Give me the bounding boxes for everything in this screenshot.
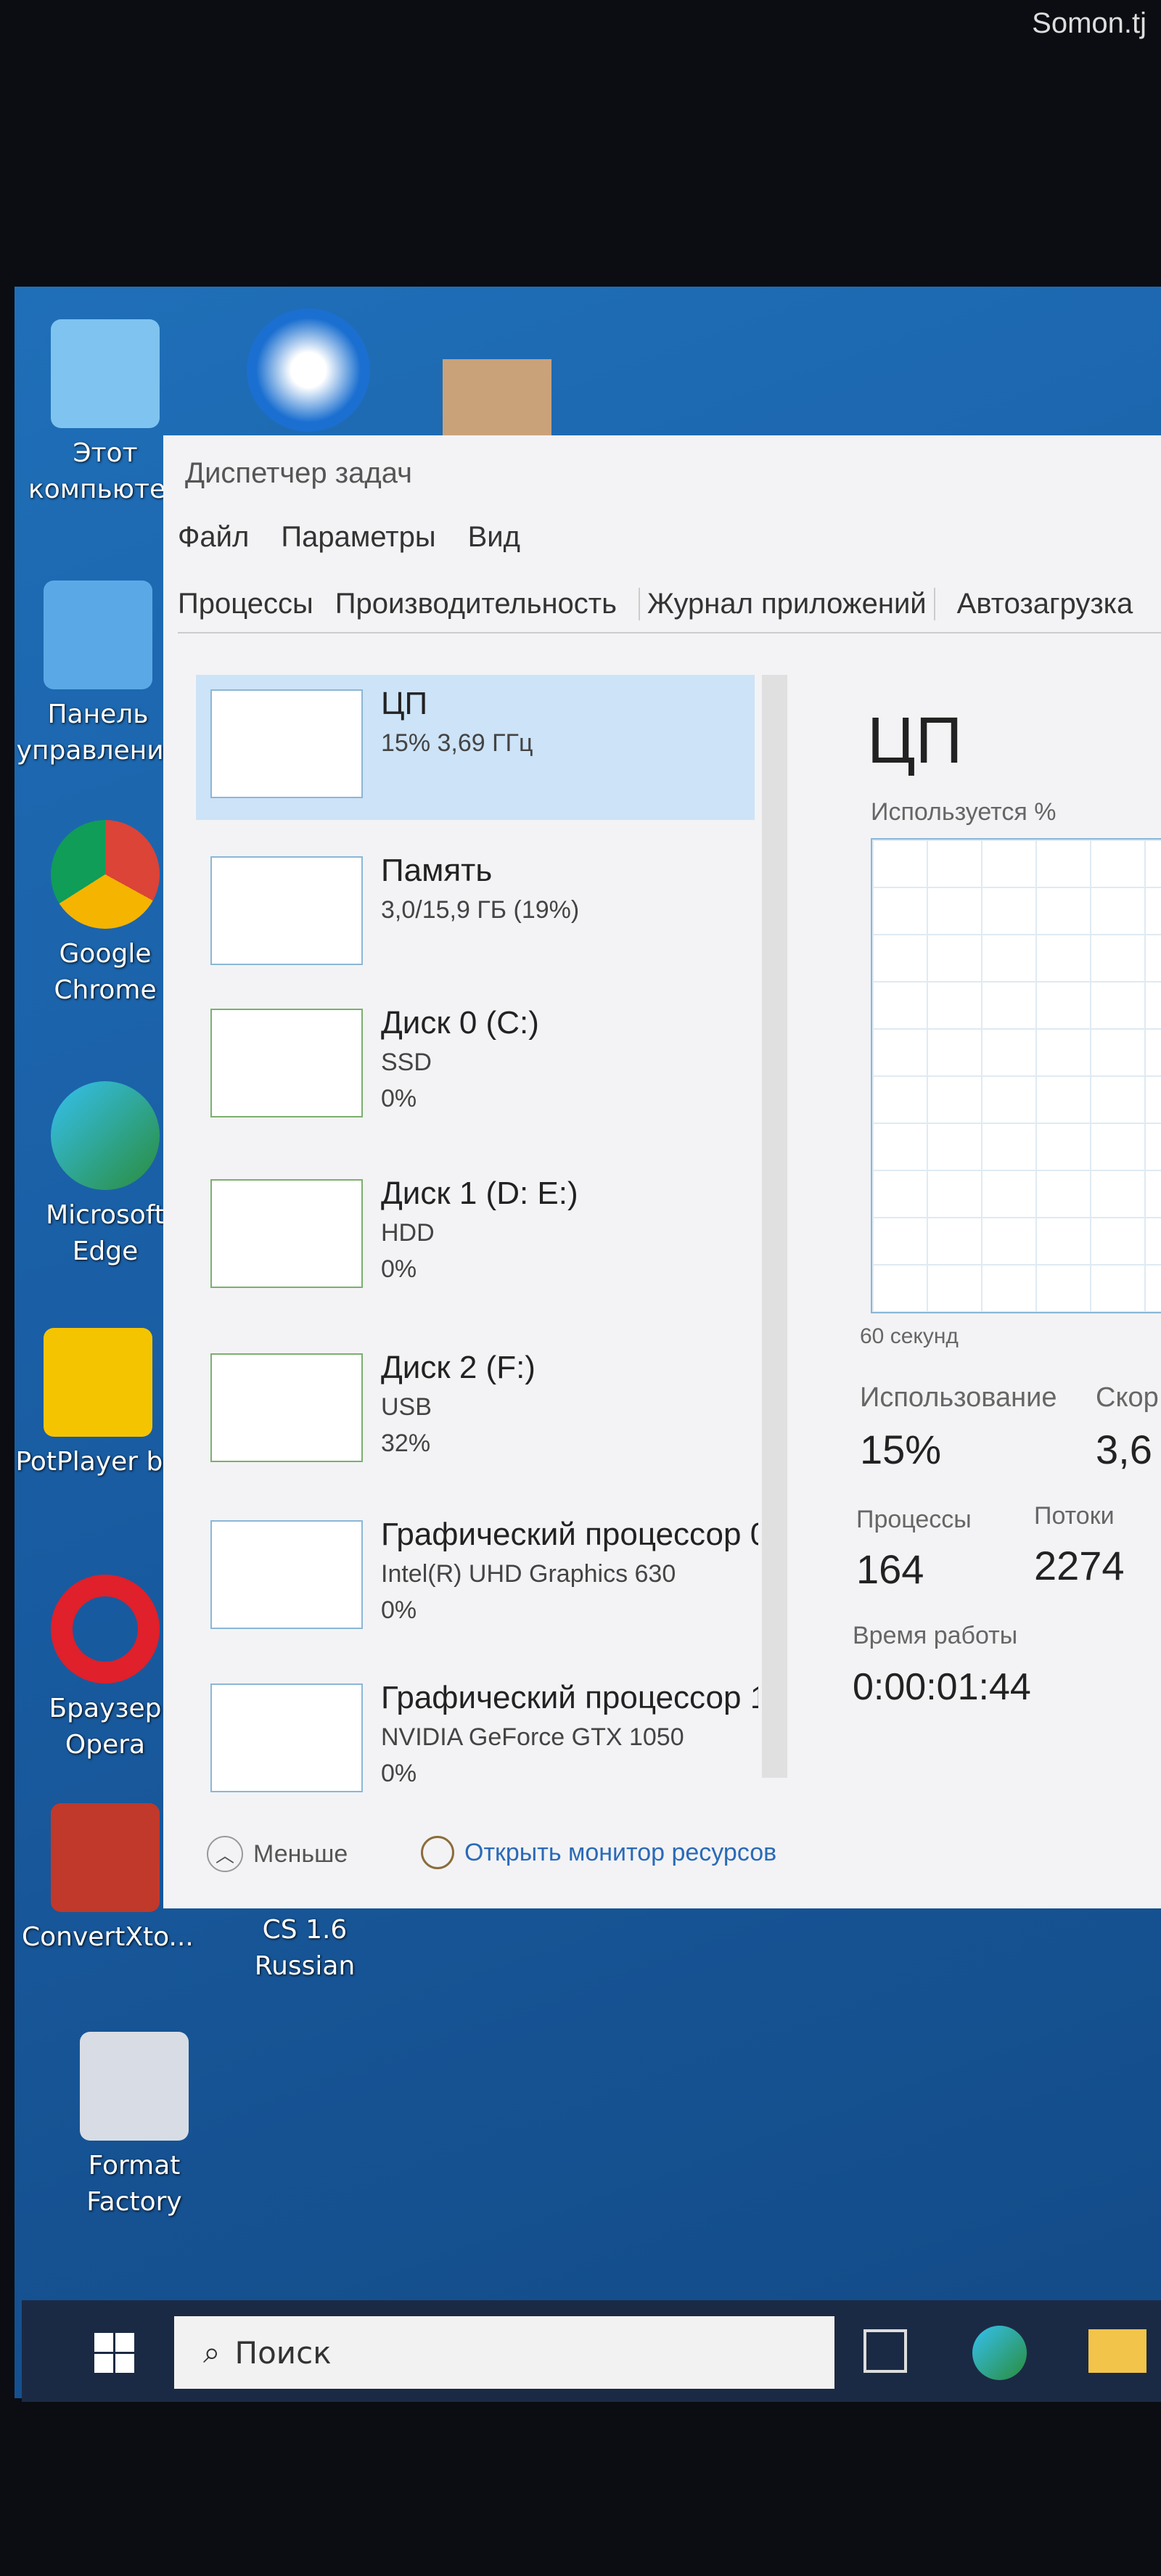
chrome-icon bbox=[51, 820, 160, 929]
edge-icon bbox=[51, 1081, 160, 1190]
edge-taskbar-icon[interactable] bbox=[972, 2326, 1027, 2380]
processes-value: 164 bbox=[856, 1546, 924, 1592]
item-value: 32% bbox=[381, 1429, 431, 1457]
media-player-icon[interactable] bbox=[247, 308, 370, 432]
perf-item-disk1[interactable]: Диск 1 (D: E:) HDD 0% bbox=[196, 1165, 755, 1310]
usage-value: 15% bbox=[860, 1427, 942, 1472]
control-panel-icon bbox=[44, 581, 152, 689]
disk-thumbnail-graph bbox=[210, 1009, 363, 1117]
window-title: Диспетчер задач bbox=[185, 457, 412, 489]
icon-label: Microsoft Edge bbox=[46, 1200, 165, 1266]
item-name: Диск 1 (D: E:) bbox=[381, 1176, 578, 1211]
time-label: 60 секунд bbox=[860, 1324, 959, 1348]
perf-item-memory[interactable]: Память 3,0/15,9 ГБ (19%) bbox=[196, 842, 755, 987]
item-sub: SSD bbox=[381, 1049, 432, 1076]
potplayer-icon bbox=[44, 1328, 152, 1437]
item-value: 0% bbox=[381, 1760, 417, 1787]
item-name: ЦП bbox=[381, 686, 428, 721]
item-sub: NVIDIA GeForce GTX 1050 bbox=[381, 1723, 684, 1751]
uptime-label: Время работы bbox=[853, 1622, 1018, 1649]
resource-monitor-label: Открыть монитор ресурсов bbox=[464, 1838, 777, 1866]
speed-value: 3,6 bbox=[1096, 1427, 1152, 1472]
perf-item-disk2[interactable]: Диск 2 (F:) USB 32% bbox=[196, 1339, 755, 1484]
menu-view[interactable]: Вид bbox=[468, 521, 520, 554]
disk-thumbnail-graph bbox=[210, 1353, 363, 1462]
list-scrollbar[interactable] bbox=[762, 675, 787, 1778]
perf-item-disk0[interactable]: Диск 0 (C:) SSD 0% bbox=[196, 994, 755, 1139]
search-box[interactable]: ⌕ Поиск bbox=[174, 2316, 834, 2389]
icon-label: ConvertXto... bbox=[22, 1922, 194, 1952]
item-sub: HDD bbox=[381, 1219, 435, 1247]
search-placeholder: Поиск bbox=[234, 2334, 332, 2371]
item-sub: Intel(R) UHD Graphics 630 bbox=[381, 1560, 676, 1588]
gpu-thumbnail-graph bbox=[210, 1683, 363, 1792]
disk-thumbnail-graph bbox=[210, 1179, 363, 1288]
perf-item-gpu0[interactable]: Графический процессор 0 Intel(R) UHD Grap… bbox=[196, 1506, 758, 1651]
icon-label: CS 1.6 Russian bbox=[254, 1915, 356, 1981]
task-view-icon[interactable] bbox=[863, 2329, 907, 2373]
tab-bar: Процессы Производительность Журнал прило… bbox=[178, 588, 1161, 633]
convertx-icon bbox=[51, 1803, 160, 1912]
gpu-thumbnail-graph bbox=[210, 1520, 363, 1629]
threads-label: Потоки bbox=[1034, 1502, 1115, 1530]
photo-thumbnail[interactable] bbox=[443, 359, 551, 439]
item-value: 0% bbox=[381, 1596, 417, 1624]
fewer-details-button[interactable]: ︿ Меньше bbox=[207, 1836, 348, 1872]
menu-bar: Файл Параметры Вид bbox=[178, 521, 520, 554]
tab-performance[interactable]: Производительность bbox=[335, 588, 617, 620]
item-name: Диск 2 (F:) bbox=[381, 1350, 536, 1385]
icon-label: Этот компьютер bbox=[28, 438, 182, 504]
icon-label: Format Factory bbox=[86, 2151, 182, 2217]
memory-thumbnail-graph bbox=[210, 856, 363, 965]
tab-app-history[interactable]: Журнал приложений bbox=[638, 588, 935, 620]
speed-label: Скор bbox=[1096, 1382, 1159, 1413]
item-value: 0% bbox=[381, 1255, 417, 1283]
menu-options[interactable]: Параметры bbox=[281, 521, 435, 554]
desktop-icon-control-panel[interactable]: Панель управления bbox=[15, 581, 181, 769]
desktop-icon-cs[interactable]: CS 1.6 Russian bbox=[232, 1912, 377, 1985]
watermark: Somon.tj bbox=[1032, 7, 1146, 39]
desktop-icon-format-factory[interactable]: Format Factory bbox=[51, 2032, 218, 2220]
item-sub: USB bbox=[381, 1393, 432, 1421]
icon-label: Браузер Opera bbox=[49, 1694, 162, 1760]
cpu-thumbnail-graph bbox=[210, 689, 363, 798]
perf-item-cpu[interactable]: ЦП 15% 3,69 ГГц bbox=[196, 675, 755, 820]
item-sub: 15% 3,69 ГГц bbox=[381, 729, 533, 757]
usage-label: Использование bbox=[860, 1382, 1057, 1413]
task-manager-window: Диспетчер задач Файл Параметры Вид Проце… bbox=[163, 435, 1161, 1908]
format-factory-icon bbox=[80, 2032, 189, 2141]
item-sub: 3,0/15,9 ГБ (19%) bbox=[381, 896, 580, 924]
item-name: Графический процессор 0 bbox=[381, 1517, 758, 1552]
item-value: 0% bbox=[381, 1085, 417, 1112]
tab-processes[interactable]: Процессы bbox=[178, 588, 313, 620]
tab-startup[interactable]: Автозагрузка bbox=[957, 588, 1133, 620]
computer-icon bbox=[51, 319, 160, 428]
perf-item-gpu1[interactable]: Графический процессор 1 NVIDIA GeForce GT… bbox=[196, 1669, 758, 1814]
threads-value: 2274 bbox=[1034, 1543, 1125, 1588]
taskbar: ⌕ Поиск bbox=[22, 2300, 1161, 2402]
item-name: Диск 0 (C:) bbox=[381, 1005, 539, 1041]
cpu-usage-graph bbox=[871, 838, 1161, 1313]
resource-monitor-icon bbox=[421, 1836, 454, 1869]
icon-label: PotPlayer bit bbox=[15, 1447, 181, 1477]
menu-file[interactable]: Файл bbox=[178, 521, 249, 554]
graph-label: Используется % bbox=[871, 798, 1057, 826]
uptime-value: 0:00:01:44 bbox=[853, 1666, 1031, 1708]
opera-icon bbox=[51, 1575, 160, 1683]
detail-title: ЦП bbox=[867, 705, 963, 777]
file-explorer-icon[interactable] bbox=[1088, 2329, 1146, 2373]
windows-start-icon[interactable] bbox=[94, 2333, 134, 2373]
icon-label: Панель управления bbox=[16, 700, 180, 766]
chevron-up-icon: ︿ bbox=[207, 1836, 243, 1872]
item-name: Графический процессор 1 bbox=[381, 1680, 758, 1715]
fewer-label: Меньше bbox=[253, 1839, 348, 1868]
search-icon: ⌕ bbox=[203, 2334, 221, 2370]
open-resource-monitor-link[interactable]: Открыть монитор ресурсов bbox=[421, 1836, 776, 1869]
item-name: Память bbox=[381, 853, 493, 888]
icon-label: Google Chrome bbox=[54, 939, 157, 1005]
processes-label: Процессы bbox=[856, 1506, 972, 1533]
desktop-icon-potplayer[interactable]: PotPlayer bit bbox=[15, 1328, 181, 1480]
